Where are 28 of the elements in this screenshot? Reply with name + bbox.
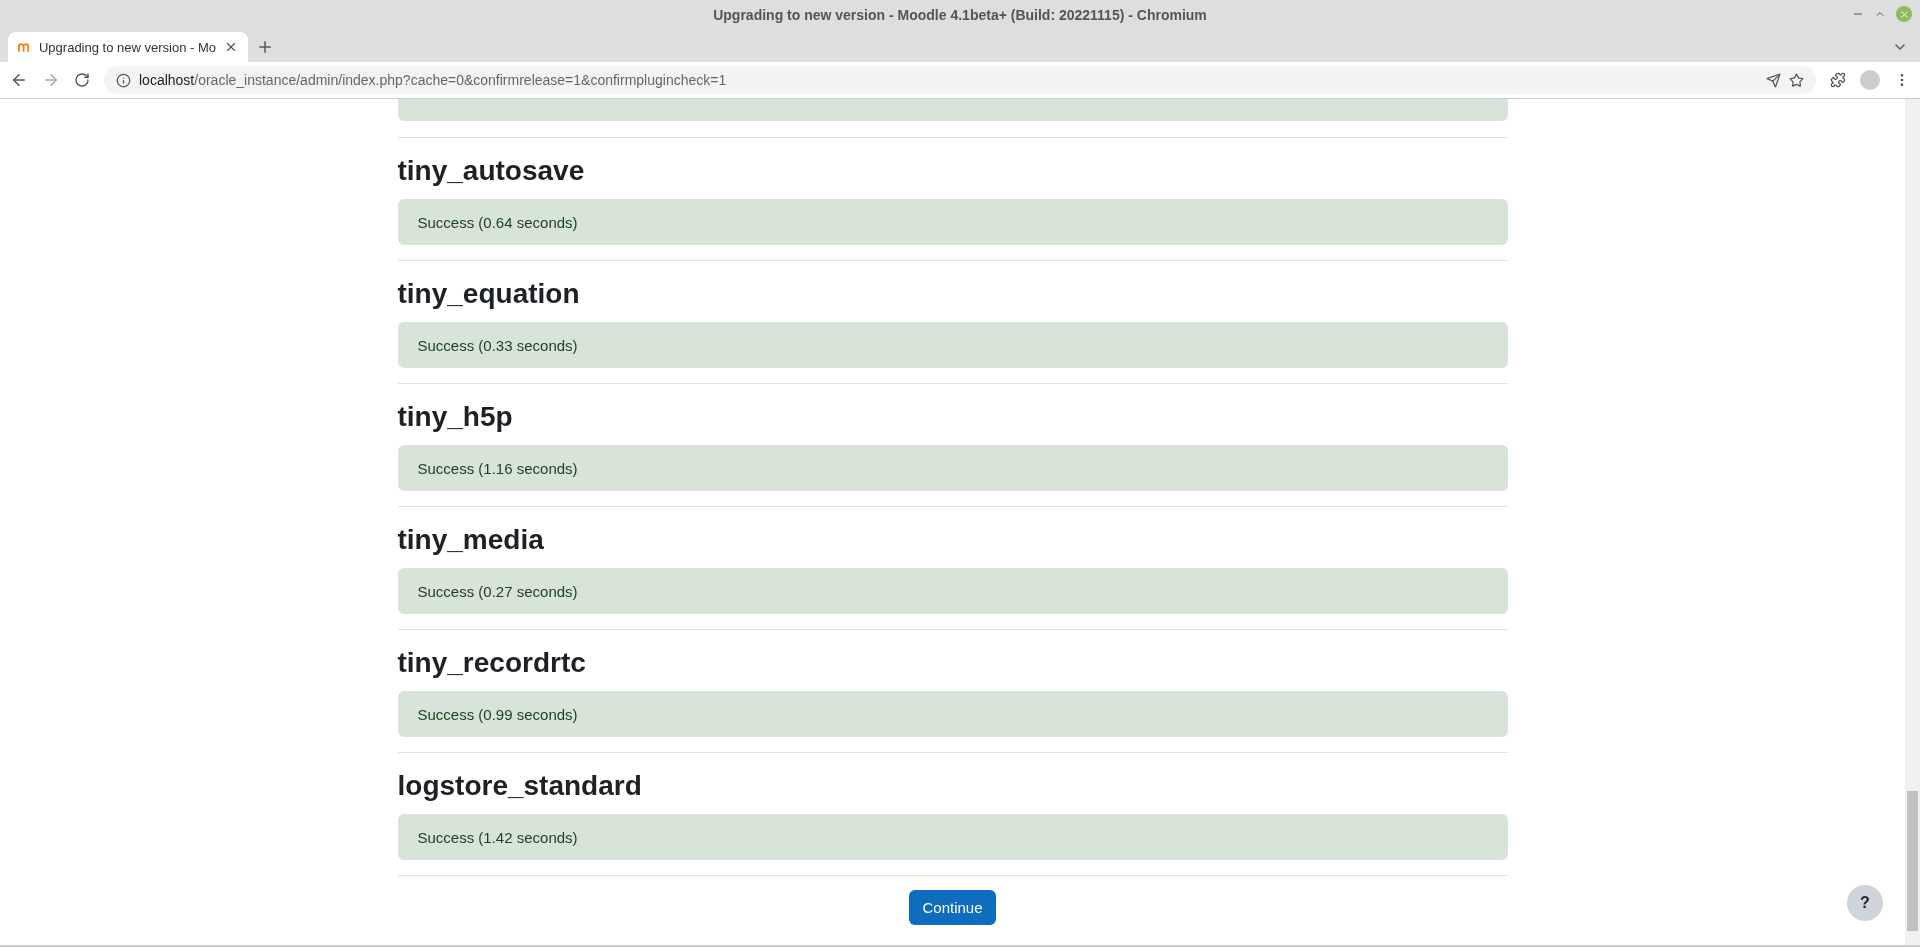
success-message: Success (1.16 seconds) [417, 459, 578, 477]
star-icon[interactable] [1789, 72, 1804, 88]
plugin-heading: tiny_media [397, 523, 545, 557]
plugin-heading: tiny_h5p [397, 400, 514, 434]
success-message: Success (0.33 seconds) [417, 336, 578, 354]
address-bar[interactable]: localhost/oracle_instance/admin/index.php?cache=0&confirmrelease=1&confirmplugincheck=1 [104, 66, 1816, 94]
reload-icon[interactable] [74, 72, 90, 88]
back-icon[interactable] [10, 71, 28, 89]
window-title: Upgrading to new version - Moodle 4.1beta+ (Build: 20221115) - Chromium [713, 7, 1207, 23]
puzzle-icon[interactable] [1830, 72, 1846, 88]
plugin-heading: tiny_autosave [397, 154, 586, 188]
help-button[interactable]: ? [1847, 885, 1883, 921]
continue-button[interactable]: Continue [909, 890, 996, 925]
scrollbar[interactable] [1905, 99, 1920, 945]
info-icon[interactable] [116, 72, 131, 88]
success-message: Success (0.99 seconds) [417, 705, 578, 723]
url-text: localhost/oracle_instance/admin/index.php?cache=0&confirmrelease=1&confirmplugincheck=1 [139, 72, 727, 88]
success-message: Success (0.64 seconds) [417, 213, 578, 231]
tab-title: Upgrading to new version - Mo [38, 39, 216, 55]
plugin-heading: tiny_equation [397, 277, 581, 311]
send-icon[interactable] [1766, 72, 1781, 88]
browser-tab[interactable]: Upgrading to new version - Mo [8, 32, 248, 62]
success-message: Success (0.27 seconds) [417, 582, 578, 600]
success-message: Success (1.42 seconds) [417, 828, 578, 846]
logo-icon [18, 41, 31, 53]
plugin-heading: tiny_recordrtc [397, 646, 587, 680]
close-icon[interactable] [224, 40, 238, 54]
plugin-heading: logstore_standard [397, 769, 643, 803]
